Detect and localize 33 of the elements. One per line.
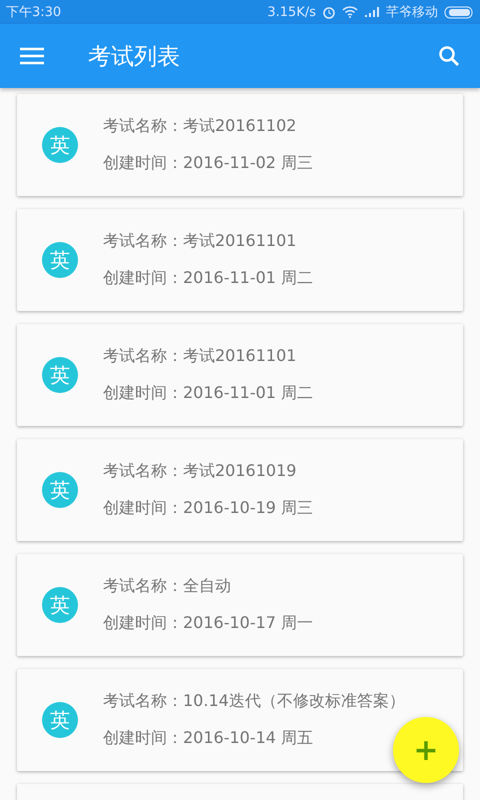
exam-card[interactable]: 英 考试名称：考试20161019 创建时间：2016-10-19 周三 (17, 439, 463, 541)
created-time: 创建时间：2016-10-17 周一 (103, 613, 314, 634)
created-time: 创建时间：2016-11-01 周二 (103, 268, 314, 289)
carrier-name: 芊爷移动 (386, 4, 438, 21)
exam-name: 考试名称：考试20161101 (103, 346, 298, 367)
exam-name: 考试名称：考试20161019 (103, 461, 298, 482)
subject-avatar: 英 (42, 472, 78, 508)
exam-name: 考试名称：考试20161102 (103, 116, 298, 137)
exam-card[interactable]: 英 考试名称：考试20161101 创建时间：2016-11-01 周二 (17, 324, 463, 426)
page-title: 考试列表 (88, 42, 181, 72)
wifi-icon (342, 6, 358, 18)
exam-card[interactable]: 英 考试名称：考试20161102 创建时间：2016-11-02 周三 (17, 94, 463, 196)
exam-name: 考试名称：全自动 (103, 576, 232, 597)
subject-avatar: 英 (42, 127, 78, 163)
network-speed: 3.15K/s (267, 4, 316, 20)
signal-icon (364, 6, 380, 18)
created-time: 创建时间：2016-10-19 周三 (103, 498, 314, 519)
menu-icon[interactable] (20, 47, 44, 65)
subject-avatar: 英 (42, 357, 78, 393)
created-time: 创建时间：2016-11-02 周三 (103, 153, 314, 174)
exam-name: 考试名称：10.14迭代（不修改标准答案） (103, 691, 405, 712)
created-time: 创建时间：2016-11-01 周二 (103, 383, 314, 404)
alarm-icon (322, 5, 336, 19)
created-time: 创建时间：2016-10-14 周五 (103, 728, 314, 749)
battery-icon (444, 6, 474, 18)
subject-avatar: 英 (42, 702, 78, 738)
search-icon[interactable] (438, 45, 460, 67)
clock: 下午3:30 (6, 4, 62, 21)
exam-card[interactable]: 英 考试名称：全自动 创建时间：2016-10-17 周一 (17, 554, 463, 656)
exam-name: 考试名称：考试20161101 (103, 231, 298, 252)
exam-card[interactable]: 英 考试名称：考试20161101 创建时间：2016-11-01 周二 (17, 209, 463, 311)
subject-avatar: 英 (42, 587, 78, 623)
subject-avatar: 英 (42, 242, 78, 278)
